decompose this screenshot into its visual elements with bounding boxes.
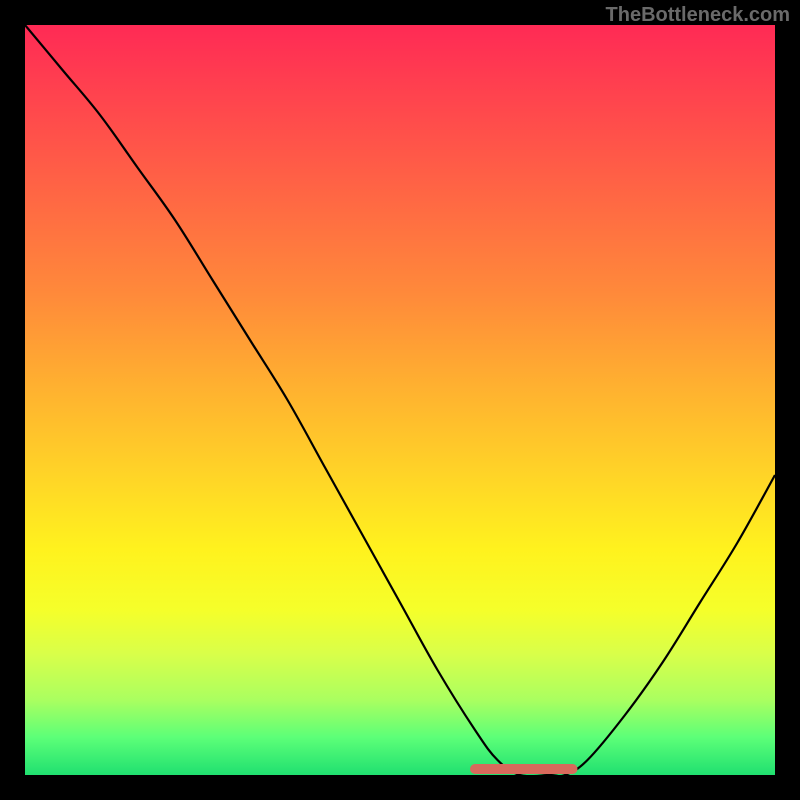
bottleneck-curve-svg — [25, 25, 775, 775]
watermark-text: TheBottleneck.com — [606, 4, 790, 27]
bottleneck-curve-line — [25, 25, 775, 775]
chart-container: TheBottleneck.com — [0, 0, 800, 800]
plot-gradient-area — [25, 25, 775, 775]
